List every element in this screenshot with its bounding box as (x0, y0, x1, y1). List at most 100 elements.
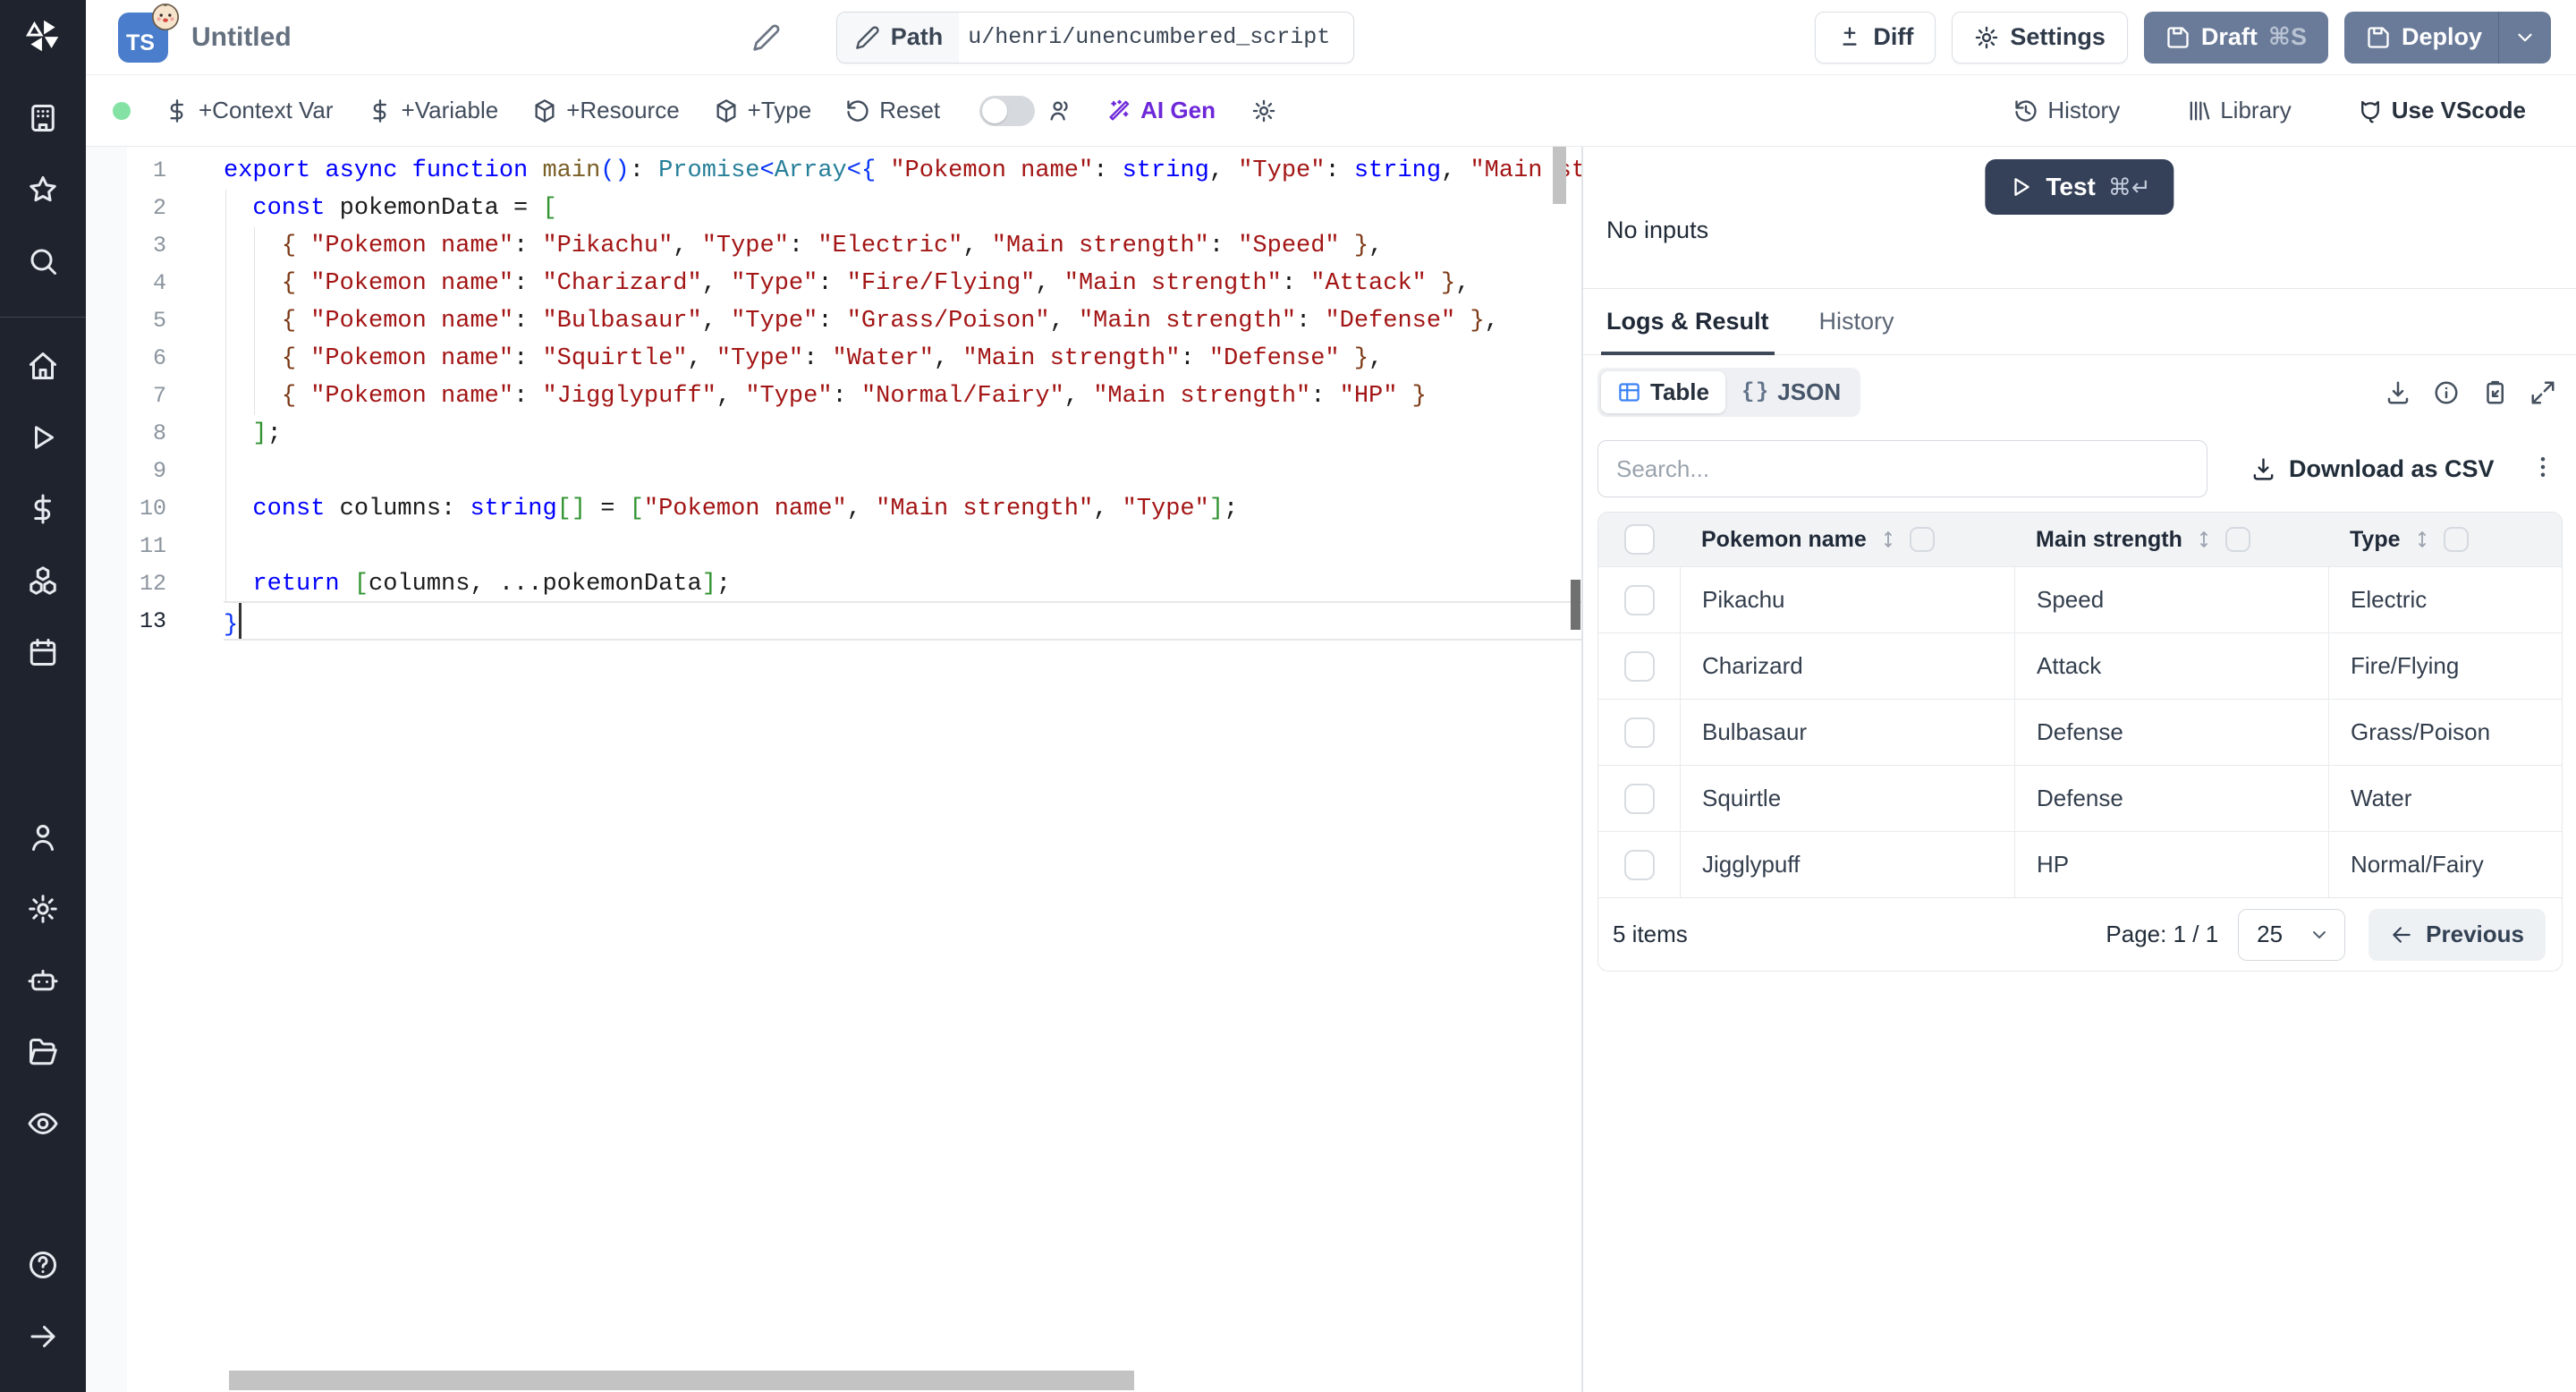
line-number: 13 (139, 608, 166, 634)
arrow-right-icon[interactable] (27, 1320, 59, 1353)
table-row: Pikachu Speed Electric (1598, 566, 2562, 632)
previous-page-button[interactable]: Previous (2368, 908, 2546, 961)
ai-gen-button[interactable]: AI Gen (1106, 97, 1216, 124)
arrow-left-icon (2393, 926, 2411, 943)
expand-fullscreen-icon[interactable] (2529, 379, 2556, 406)
table-cell: Fire/Flying (2328, 633, 2562, 699)
dollar-icon (170, 98, 183, 123)
add-context-var-button[interactable]: +Context Var (165, 97, 334, 124)
sort-icon[interactable] (1877, 529, 1899, 550)
column-toggle-checkbox[interactable] (1909, 527, 1935, 552)
diff-button[interactable]: Diff (1815, 11, 1936, 64)
code-line-5: 5 { "Pokemon name": "Bulbasaur", "Type":… (86, 302, 1582, 340)
star-icon[interactable] (27, 174, 59, 206)
library-icon (2190, 101, 2210, 120)
tab-logs-result[interactable]: Logs & Result (1601, 289, 1775, 355)
line-number: 12 (139, 571, 166, 597)
user-icon[interactable] (27, 821, 59, 853)
rotate-ccw-icon (847, 99, 869, 122)
emoji-face-icon (151, 3, 180, 30)
result-tabs: Logs & Result History (1583, 289, 2576, 355)
search-input[interactable] (1597, 440, 2207, 497)
table-cell: Squirtle (1680, 766, 2014, 831)
row-checkbox[interactable] (1623, 783, 1655, 814)
test-button[interactable]: Test ⌘↵ (1985, 159, 2174, 215)
eye-icon[interactable] (27, 1108, 59, 1140)
tab-history[interactable]: History (1819, 289, 1894, 354)
line-number: 9 (152, 458, 166, 484)
multiplayer-users-icon[interactable] (1047, 98, 1072, 123)
add-variable-button[interactable]: +Variable (368, 97, 498, 124)
row-checkbox[interactable] (1623, 584, 1655, 615)
info-icon[interactable] (2433, 379, 2460, 406)
add-type-button[interactable]: +Type (714, 97, 811, 124)
use-vscode-button[interactable]: Use VScode (2358, 97, 2526, 124)
dollar-sign-icon[interactable] (27, 493, 59, 525)
table-cell: Attack (2014, 633, 2328, 699)
deploy-button[interactable]: Deploy (2343, 11, 2551, 64)
add-resource-button[interactable]: +Resource (532, 97, 680, 124)
download-result-icon[interactable] (2385, 379, 2411, 406)
reset-button[interactable]: Reset (845, 97, 940, 124)
history-button[interactable]: History (2013, 97, 2120, 124)
settings-icon[interactable] (27, 893, 59, 925)
editor-vertical-scrollbar[interactable] (1553, 147, 1566, 204)
editor-horizontal-scrollbar[interactable] (229, 1371, 1134, 1390)
code-line-1: 1 export async function main(): Promise<A… (86, 152, 1582, 190)
home-icon[interactable] (27, 350, 59, 382)
help-icon[interactable] (27, 1249, 59, 1281)
draft-button[interactable]: Draft ⌘S (2143, 11, 2328, 64)
settings-button[interactable]: Settings (1952, 11, 2128, 64)
code-line-10: 10 const columns: string[] = ["Pokemon n… (86, 490, 1582, 528)
code-line-6: 6 { "Pokemon name": "Squirtle", "Type": … (86, 340, 1582, 378)
column-header-main-strength: Main strength (2014, 527, 2328, 553)
status-dot (113, 101, 131, 120)
play-icon[interactable] (27, 421, 59, 454)
deploy-dropdown[interactable] (2497, 11, 2551, 64)
boxes-icon[interactable] (27, 564, 59, 597)
page-size-select[interactable]: 25 (2238, 908, 2346, 961)
code-lines: 1 export async function main(): Promise<A… (86, 152, 1582, 641)
table-row: Charizard Attack Fire/Flying (1598, 632, 2562, 699)
row-checkbox[interactable] (1623, 717, 1655, 748)
sort-icon[interactable] (2193, 529, 2215, 550)
calendar-icon[interactable] (27, 636, 59, 668)
text-cursor (239, 603, 242, 639)
package-icon (716, 98, 736, 123)
select-all-checkbox[interactable] (1623, 524, 1655, 555)
view-json-button[interactable]: { } JSON (1725, 371, 1857, 413)
copy-to-clipboard-icon[interactable] (2481, 379, 2508, 406)
more-options-kebab-icon[interactable] (2529, 454, 2556, 484)
library-button[interactable]: Library (2186, 97, 2292, 124)
bot-icon[interactable] (27, 964, 59, 997)
folder-open-icon[interactable] (27, 1036, 59, 1068)
row-checkbox[interactable] (1623, 849, 1655, 880)
column-header-pokemon-name: Pokemon name (1680, 527, 2014, 553)
save-icon (2167, 26, 2189, 48)
line-number: 4 (152, 270, 166, 296)
windmill-logo-icon[interactable] (23, 16, 63, 55)
table-cell: Defense (2014, 766, 2328, 831)
column-toggle-checkbox[interactable] (2443, 527, 2469, 552)
download-csv-button[interactable]: Download as CSV (2250, 455, 2495, 483)
path-field[interactable]: Path u/henri/unencumbered_script (835, 11, 1355, 64)
column-header-type: Type (2328, 527, 2562, 553)
row-checkbox[interactable] (1623, 650, 1655, 682)
path-value[interactable]: u/henri/unencumbered_script (959, 24, 1353, 50)
view-table-button[interactable]: Table (1601, 371, 1725, 413)
building-icon[interactable] (27, 102, 59, 134)
draft-shortcut: ⌘S (2267, 23, 2307, 50)
search-icon[interactable] (27, 245, 59, 277)
editor-overview-cursor-marker (1571, 580, 1580, 630)
sort-icon[interactable] (2411, 529, 2433, 550)
code-editor[interactable]: 1 export async function main(): Promise<A… (86, 147, 1582, 1392)
history-clock-icon (2015, 99, 2037, 122)
line-number: 2 (152, 195, 166, 221)
table-cell: Charizard (1680, 633, 2014, 699)
table-cell: Electric (2328, 567, 2562, 632)
path-label: Path (836, 12, 960, 63)
edit-title-pencil-icon[interactable] (752, 23, 781, 52)
column-toggle-checkbox[interactable] (2224, 527, 2250, 552)
multiplayer-toggle[interactable] (979, 95, 1036, 126)
editor-settings-gear-icon[interactable] (1251, 98, 1276, 123)
